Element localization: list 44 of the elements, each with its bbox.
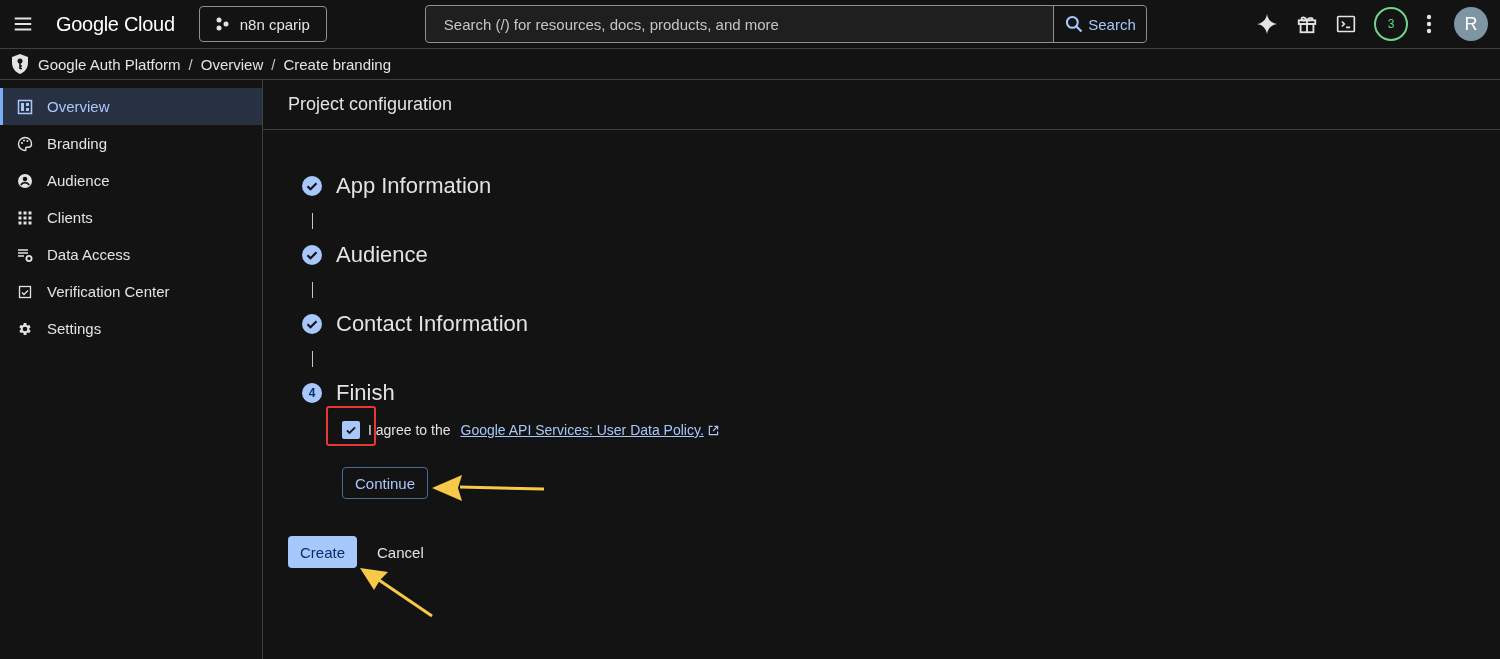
step-title: Audience [336,242,428,268]
sidebar-item[interactable]: Branding [0,125,262,162]
search-icon [1064,14,1085,34]
brand-logo: Google Cloud [56,12,175,36]
breadcrumb-separator: / [188,55,193,73]
sidebar-item[interactable]: Verification Center [0,273,262,310]
person-icon [17,172,33,189]
project-picker[interactable]: n8n cparip [198,6,327,42]
agree-checkbox[interactable] [342,421,360,439]
terminal-icon[interactable] [1336,14,1356,34]
shield-key-icon [10,53,30,75]
more-icon[interactable] [1426,14,1432,34]
sidebar-item[interactable]: Clients [0,199,262,236]
step-title: Finish [336,380,395,406]
external-link-icon [707,424,719,436]
sidebar-item[interactable]: Settings [0,310,262,347]
breadcrumb-separator: / [271,55,276,73]
dots-icon [215,17,230,31]
highlight-frame [326,406,376,446]
gift-icon[interactable] [1296,13,1318,35]
create-button[interactable]: Create [288,536,358,568]
sidebar-item[interactable]: Data Access [0,236,262,273]
policy-link[interactable]: Google API Services: User Data Policy. [460,422,719,438]
sparkle-icon[interactable] [1256,13,1278,35]
step-number: 4 [302,383,322,403]
settings-icon [17,320,33,337]
palette-icon [17,135,33,152]
notification-count[interactable]: 3 [1374,7,1408,41]
grid-icon [17,209,33,226]
agree-label: I agree to the [368,422,451,438]
sidebar-item[interactable]: Overview [0,88,262,125]
dashboard-icon [17,98,33,115]
breadcrumb-link[interactable]: Overview [200,55,264,73]
step-title: App Information [336,173,492,199]
search-button[interactable]: Search [1053,6,1146,42]
page-title: Project configuration [288,94,453,115]
sidebar-item[interactable]: Audience [0,162,262,199]
list-settings-icon [17,246,33,263]
checkbox-square-icon [17,283,33,300]
search-field[interactable]: Search (/) for resources, docs, products, and more Search [424,5,1147,43]
continue-button[interactable]: Continue [342,467,429,499]
step-title: Contact Information [336,311,528,337]
cancel-button[interactable]: Cancel [365,536,436,568]
breadcrumb-link[interactable]: Google Auth Platform [38,55,181,73]
